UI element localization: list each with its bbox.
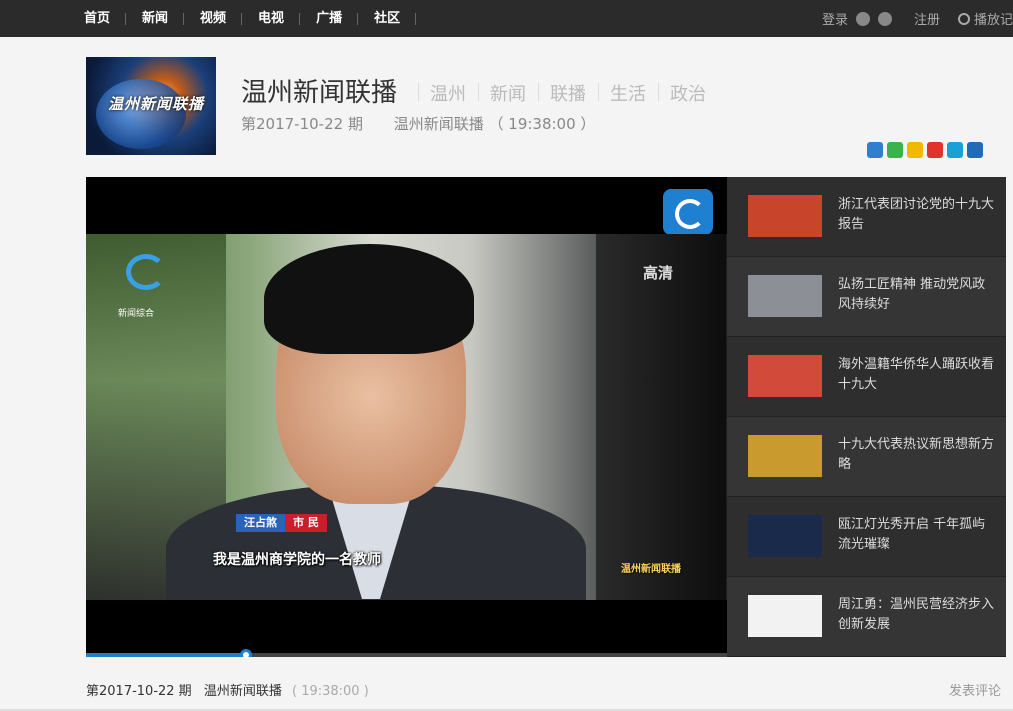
renren-icon[interactable] [967, 142, 983, 158]
pengyou-icon[interactable] [947, 142, 963, 158]
playlist-title[interactable]: 弘扬工匠精神 推动党风政风持续好 [838, 275, 998, 315]
playlist-title[interactable]: 瓯江灯光秀开启 千年孤屿流光璀璨 [838, 515, 998, 555]
lower-third: 汪占煞 市 民 [236, 514, 327, 532]
station-logo-icon [663, 189, 713, 235]
tag-broadcast[interactable]: 联播 [538, 80, 598, 106]
playlist-item[interactable]: 瓯江灯光秀开启 千年孤屿流光璀璨 [727, 497, 1006, 577]
playlist-title[interactable]: 十九大代表热议新思想新方略 [838, 435, 998, 475]
tag-politics[interactable]: 政治 [658, 80, 718, 106]
history-link[interactable]: 播放记 [957, 9, 1013, 28]
history-label: 播放记 [973, 13, 1013, 28]
playlist-item[interactable]: 海外温籍华侨华人踊跃收看十九大 [727, 337, 1006, 417]
program-watermark: 温州新闻联播 [621, 564, 681, 575]
main-nav: 首页 新闻 视频 电视 广播 社区 [84, 0, 417, 37]
globe-graphic [96, 79, 186, 149]
top-nav-bar: 首页 新闻 视频 电视 广播 社区 登录 注册 播放记 [0, 0, 1013, 37]
add-share-icon[interactable] [867, 142, 883, 158]
footer-episode: 第2017-10-22 期 [86, 684, 192, 699]
footer-show: 温州新闻联播 [203, 684, 282, 699]
program-thumbnail: 温州新闻联播 [86, 57, 216, 155]
video-frame[interactable]: 新闻综合 高清 汪占煞 市 民 我是温州商学院的一名教师 温州新闻联播 [86, 234, 727, 600]
playlist-title[interactable]: 海外温籍华侨华人踊跃收看十九大 [838, 355, 998, 395]
nav-item-video[interactable]: 视频 [184, 0, 243, 37]
channel-logo-icon: 新闻综合 [118, 254, 170, 319]
comment-link[interactable]: 发表评论 [949, 680, 1001, 699]
nav-item-home[interactable]: 首页 [84, 0, 127, 37]
progress-bar[interactable] [86, 649, 727, 657]
progress-fill [86, 653, 247, 657]
qzone-icon[interactable] [907, 142, 923, 158]
channel-swirl [126, 254, 166, 290]
register-link[interactable]: 注册 [914, 9, 940, 28]
hd-badge: 高清 [643, 264, 674, 282]
show-time: 温州新闻联播 （ 19:38:00 ） [393, 115, 596, 133]
playlist-title[interactable]: 浙江代表团讨论党的十九大报告 [838, 195, 998, 235]
program-subtitle: 第2017-10-22 期 温州新闻联播 （ 19:38:00 ） [241, 113, 595, 134]
playlist-item[interactable]: 十九大代表热议新思想新方略 [727, 417, 1006, 497]
episode-date: 第2017-10-22 期 [241, 115, 363, 133]
playlist-thumbnail[interactable] [748, 435, 822, 477]
playlist-title[interactable]: 周江勇：温州民营经济步入创新发展 [838, 595, 998, 635]
program-title: 温州新闻联播 [241, 78, 398, 108]
weibo-share-icon[interactable] [927, 142, 943, 158]
person-hair [264, 244, 474, 354]
clock-icon [957, 12, 970, 25]
footer-info: 第2017-10-22 期 温州新闻联播 ( 19:38:00 ) [86, 680, 369, 699]
nav-item-news[interactable]: 新闻 [126, 0, 185, 37]
footer-time: ( 19:38:00 ) [291, 684, 369, 699]
login-link[interactable]: 登录 [822, 9, 848, 28]
video-player[interactable]: 新闻综合 高清 汪占煞 市 民 我是温州商学院的一名教师 温州新闻联播 [86, 177, 727, 657]
thumbnail-title: 温州新闻联播 [108, 95, 205, 113]
weibo-icon[interactable] [855, 11, 870, 26]
background-pillar [596, 234, 726, 600]
qq-icon[interactable] [877, 11, 892, 26]
playlist-thumbnail[interactable] [748, 195, 822, 237]
progress-handle[interactable] [240, 649, 253, 657]
nav-item-community[interactable]: 社区 [358, 0, 417, 37]
playlist-item[interactable]: 弘扬工匠精神 推动党风政风持续好 [727, 257, 1006, 337]
interviewee-name: 汪占煞 [236, 514, 285, 532]
playlist-thumbnail[interactable] [748, 515, 822, 557]
nav-item-radio[interactable]: 广播 [300, 0, 359, 37]
nav-item-tv[interactable]: 电视 [242, 0, 301, 37]
playlist-item[interactable]: 浙江代表团讨论党的十九大报告 [727, 177, 1006, 257]
interviewee-role: 市 民 [285, 514, 327, 532]
user-nav: 登录 注册 播放记 [822, 0, 1013, 37]
playlist-thumbnail[interactable] [748, 355, 822, 397]
tag-life[interactable]: 生活 [598, 80, 658, 106]
tag-wenzhou[interactable]: 温州 [418, 80, 478, 106]
program-tags: 温州 新闻 联播 生活 政治 [418, 80, 718, 106]
channel-label: 新闻综合 [118, 309, 155, 319]
share-bar [867, 142, 983, 158]
tag-news[interactable]: 新闻 [478, 80, 538, 106]
related-video-list: 浙江代表团讨论党的十九大报告 弘扬工匠精神 推动党风政风持续好 海外温籍华侨华人踊跃… [727, 177, 1006, 657]
video-subtitle: 我是温州商学院的一名教师 [213, 552, 381, 568]
playlist-item[interactable]: 周江勇：温州民营经济步入创新发展 [727, 577, 1006, 657]
wechat-icon[interactable] [887, 142, 903, 158]
playlist-thumbnail[interactable] [748, 595, 822, 637]
playlist-thumbnail[interactable] [748, 275, 822, 317]
